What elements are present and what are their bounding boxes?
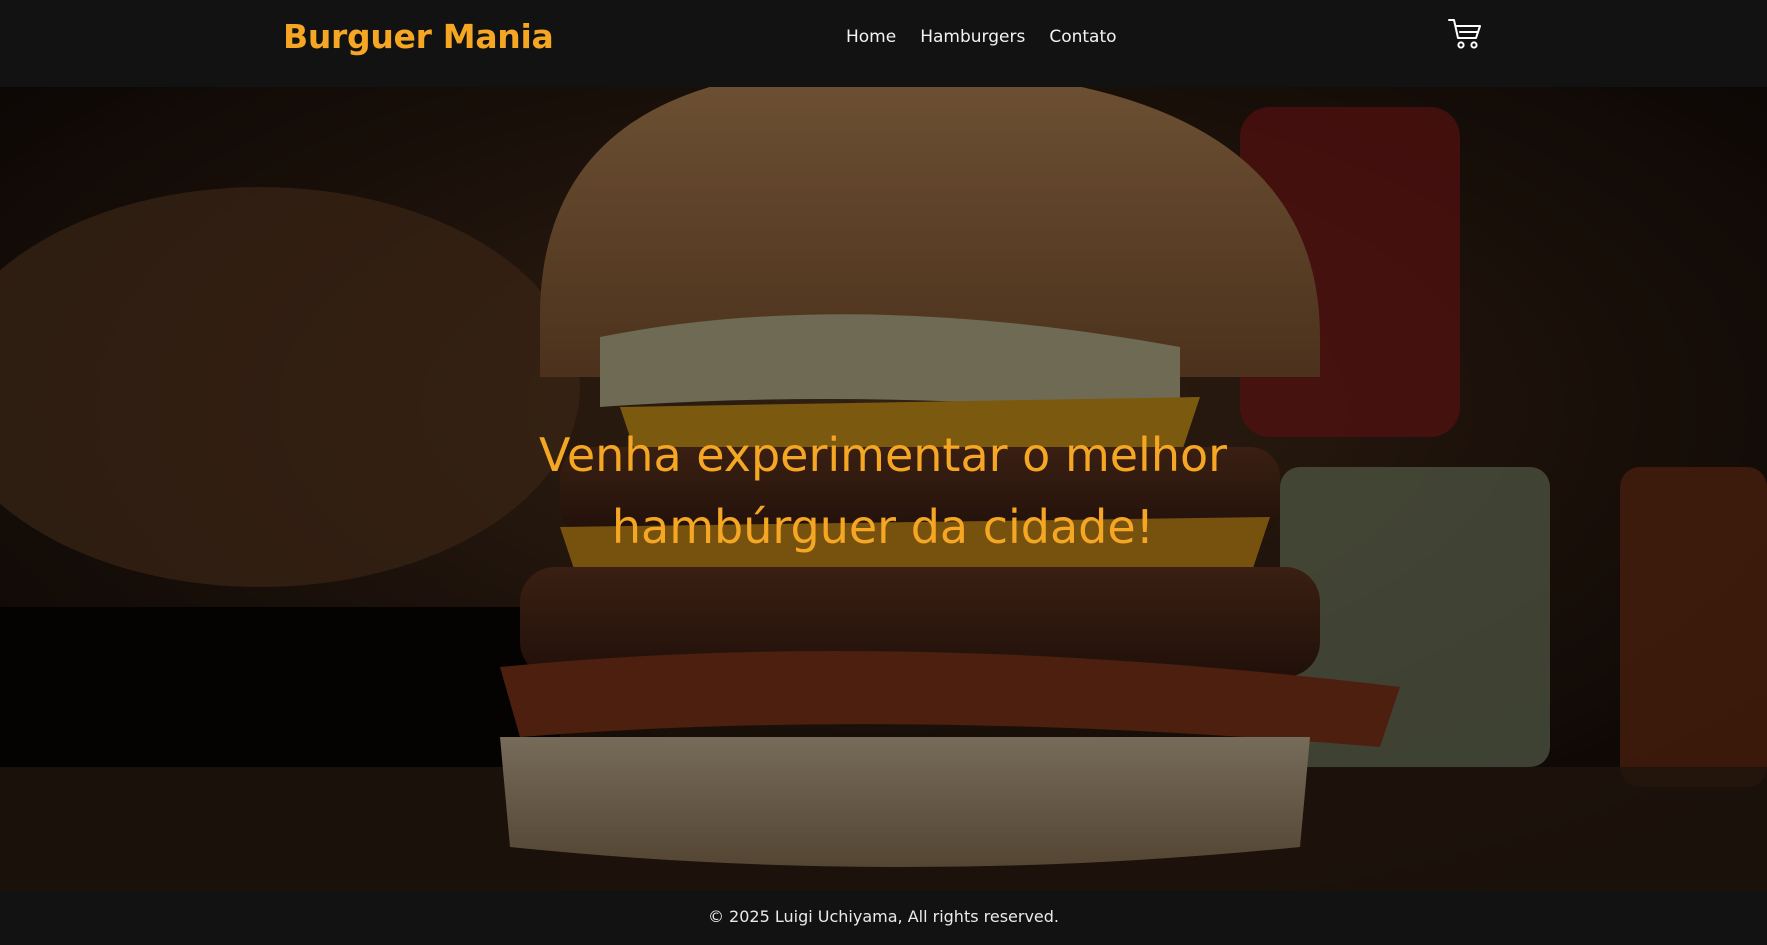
hero-headline-line2: hambúrguer da cidade! [611,500,1155,554]
shopping-cart-icon[interactable] [1447,17,1483,51]
hero-headline: Venha experimentar o melhor hambúrguer d… [383,419,1383,563]
nav-item-contato[interactable]: Contato [1049,27,1116,47]
site-footer: © 2025 Luigi Uchiyama, All rights reserv… [0,890,1767,945]
brand-logo[interactable]: Burguer Mania [283,17,554,56]
nav-item-home[interactable]: Home [846,27,896,47]
hero-headline-line1: Venha experimentar o melhor [538,428,1228,482]
copyright-text: © 2025 Luigi Uchiyama, All rights reserv… [707,907,1060,926]
hero-banner: Venha experimentar o melhor hambúrguer d… [0,87,1767,890]
site-header: Burguer Mania Home Hamburgers Contato [0,0,1767,87]
main-nav: Home Hamburgers Contato [846,27,1141,47]
nav-item-hamburgers[interactable]: Hamburgers [920,27,1025,47]
